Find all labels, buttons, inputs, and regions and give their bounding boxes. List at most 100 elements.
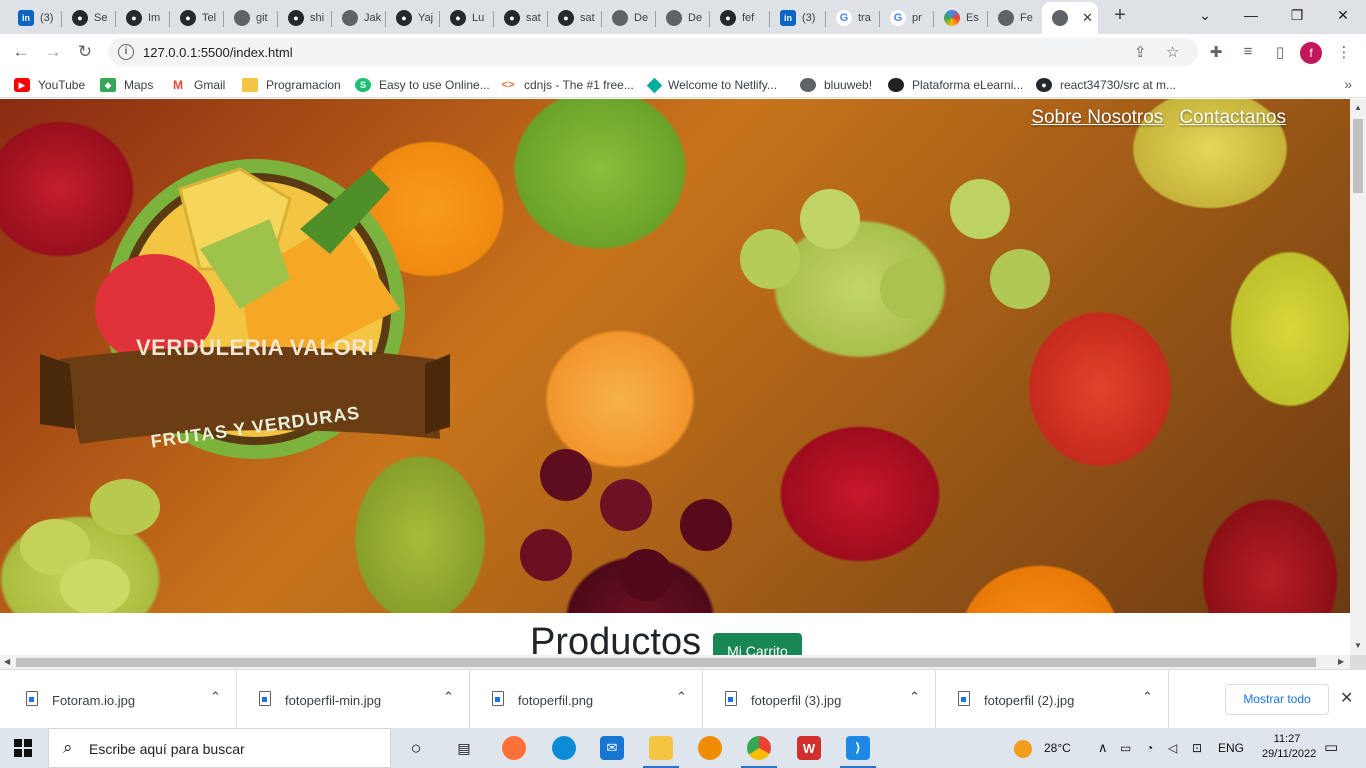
menu-icon[interactable]: ⋮ — [1334, 43, 1354, 61]
weather-icon[interactable] — [1014, 728, 1032, 768]
vscode-icon[interactable]: ⟩ — [840, 736, 876, 768]
site-info-icon[interactable]: i — [118, 44, 134, 60]
bookmark-react-repo[interactable]: ● react34730/src at m... — [1036, 76, 1176, 94]
close-download-shelf-icon[interactable]: ✕ — [1340, 688, 1353, 708]
notifications-icon[interactable]: ▭ — [1324, 728, 1338, 768]
chevron-up-icon[interactable]: ⌃ — [909, 689, 920, 705]
wifi-icon[interactable]: ◔ — [1146, 728, 1153, 768]
chevron-up-icon[interactable]: ⌃ — [676, 689, 687, 705]
address-bar[interactable]: i 127.0.0.1:5500/index.html ⇪ ☆ — [108, 38, 1198, 66]
scroll-left-icon[interactable]: ◀ — [4, 657, 10, 666]
tab[interactable]: Gpr — [880, 4, 934, 32]
side-panel-icon[interactable]: ▯ — [1270, 43, 1290, 61]
tab-search-icon[interactable]: ⌄ — [1192, 4, 1218, 26]
bookmark-elearning[interactable]: Plataforma eLearni... — [888, 76, 1023, 94]
tab[interactable]: ● shi — [278, 4, 332, 32]
download-item[interactable]: fotoperfil (2).jpg ⌃ — [936, 670, 1169, 728]
close-window-button[interactable]: ✕ — [1330, 4, 1356, 26]
close-tab-icon[interactable]: ✕ — [1082, 10, 1093, 26]
reading-list-icon[interactable]: ≡ — [1238, 43, 1258, 61]
download-item[interactable]: fotoperfil (3).jpg ⌃ — [703, 670, 936, 728]
tab[interactable]: De — [656, 4, 710, 32]
page-viewport: VERDULERIA VALORI FRUTAS Y VERDURAS Sobr… — [0, 99, 1350, 655]
minimize-button[interactable]: — — [1238, 4, 1264, 26]
windows-start-icon[interactable] — [14, 739, 32, 757]
language-indicator[interactable]: ENG — [1218, 728, 1244, 768]
edge-icon[interactable] — [552, 736, 576, 760]
tab[interactable]: De — [602, 4, 656, 32]
tab[interactable]: git — [224, 4, 278, 32]
nav-link-about[interactable]: Sobre Nosotros — [1031, 107, 1163, 129]
file-explorer-icon[interactable] — [643, 736, 679, 768]
cortana-icon[interactable]: ○ — [404, 736, 428, 760]
scroll-down-icon[interactable]: ▼ — [1354, 641, 1362, 650]
download-item[interactable]: fotoperfil-min.jpg ⌃ — [237, 670, 470, 728]
grape-decoration — [540, 449, 592, 501]
wps-icon[interactable]: W — [797, 736, 821, 760]
tab[interactable]: ● sat — [548, 4, 602, 32]
profile-avatar[interactable]: f — [1300, 42, 1322, 64]
tab[interactable]: in (3) — [8, 4, 62, 32]
extensions-icon[interactable]: ✚ — [1206, 43, 1226, 61]
scroll-right-icon[interactable]: ▶ — [1338, 657, 1344, 666]
vpn-icon[interactable] — [698, 736, 722, 760]
taskbar-search[interactable]: ⌕ Escribe aquí para buscar — [48, 728, 391, 768]
download-item[interactable]: fotoperfil.png ⌃ — [470, 670, 703, 728]
chevron-up-icon[interactable]: ⌃ — [210, 689, 221, 705]
tray-chevron-icon[interactable]: ∧ — [1098, 728, 1108, 768]
tab[interactable]: ● Im — [116, 4, 170, 32]
scrollbar-corner — [1350, 655, 1366, 669]
reload-button[interactable]: ↻ — [74, 41, 96, 63]
github-icon: ● — [72, 10, 88, 26]
bookmark-folder-programacion[interactable]: Programacion — [242, 76, 341, 94]
tab[interactable]: ● Yaj — [386, 4, 440, 32]
url-text[interactable]: 127.0.0.1:5500/index.html — [143, 45, 293, 60]
chevron-up-icon[interactable]: ⌃ — [1142, 689, 1153, 705]
temperature[interactable]: 28°C — [1044, 728, 1071, 768]
volume-icon[interactable]: ◁ — [1168, 728, 1177, 768]
bookmark-gmail[interactable]: M Gmail — [170, 76, 225, 94]
bookmark-maps[interactable]: ◆ Maps — [100, 76, 153, 94]
vertical-scrollbar[interactable]: ▲ ▼ — [1350, 99, 1366, 655]
nav-link-contact[interactable]: Contactanos — [1179, 107, 1286, 129]
chrome-icon[interactable] — [741, 736, 777, 768]
tab[interactable]: ● sat — [494, 4, 548, 32]
bookmark-cdnjs[interactable]: <> cdnjs - The #1 free... — [500, 76, 634, 94]
more-bookmarks-icon[interactable]: » — [1344, 76, 1352, 92]
show-all-downloads-button[interactable]: Mostrar todo — [1225, 684, 1329, 715]
tab[interactable]: ● Tel — [170, 4, 224, 32]
bookmark-netlify[interactable]: Welcome to Netlify... — [646, 76, 777, 94]
restore-button[interactable]: ❐ — [1284, 4, 1310, 26]
tab[interactable]: Es — [934, 4, 988, 32]
task-view-icon[interactable]: ▤ — [452, 736, 476, 760]
chevron-up-icon[interactable]: ⌃ — [443, 689, 454, 705]
tab[interactable]: Gtra — [826, 4, 880, 32]
scroll-up-icon[interactable]: ▲ — [1354, 103, 1362, 112]
globe-icon — [234, 10, 250, 26]
tab[interactable]: ● Lu — [440, 4, 494, 32]
tab[interactable]: Jak — [332, 4, 386, 32]
tab[interactable]: ● Se — [62, 4, 116, 32]
download-item[interactable]: Fotoram.io.jpg ⌃ — [4, 670, 237, 728]
forward-button[interactable]: → — [42, 41, 64, 63]
tab[interactable]: ● fef — [710, 4, 770, 32]
system-clock[interactable]: 11:27 29/11/2022 — [1262, 732, 1316, 762]
vertical-scroll-thumb[interactable] — [1353, 119, 1363, 193]
tab-active[interactable]: ✕ — [1042, 2, 1098, 34]
firefox-icon[interactable] — [502, 736, 526, 760]
cart-button[interactable]: Mi Carrito — [713, 633, 802, 655]
tab[interactable]: in (3) — [770, 4, 826, 32]
mail-icon[interactable]: ✉ — [600, 736, 624, 760]
bookmark-star-icon[interactable]: ☆ — [1166, 43, 1179, 61]
new-tab-button[interactable]: + — [1110, 5, 1130, 26]
battery-icon[interactable]: ▭ — [1120, 728, 1131, 768]
horizontal-scrollbar[interactable]: ◀ ▶ — [0, 655, 1350, 669]
share-icon[interactable]: ⇪ — [1134, 43, 1147, 61]
tab[interactable]: Fe — [988, 4, 1042, 32]
bookmark-youtube[interactable]: ▶ YouTube — [14, 76, 85, 94]
bookmark-bluuweb[interactable]: bluuweb! — [800, 76, 872, 94]
bookmark-easy-online[interactable]: S Easy to use Online... — [355, 76, 490, 94]
back-button[interactable]: ← — [10, 41, 32, 63]
onedrive-icon[interactable]: ⊡ — [1192, 728, 1202, 768]
horizontal-scroll-thumb[interactable] — [16, 658, 1316, 667]
